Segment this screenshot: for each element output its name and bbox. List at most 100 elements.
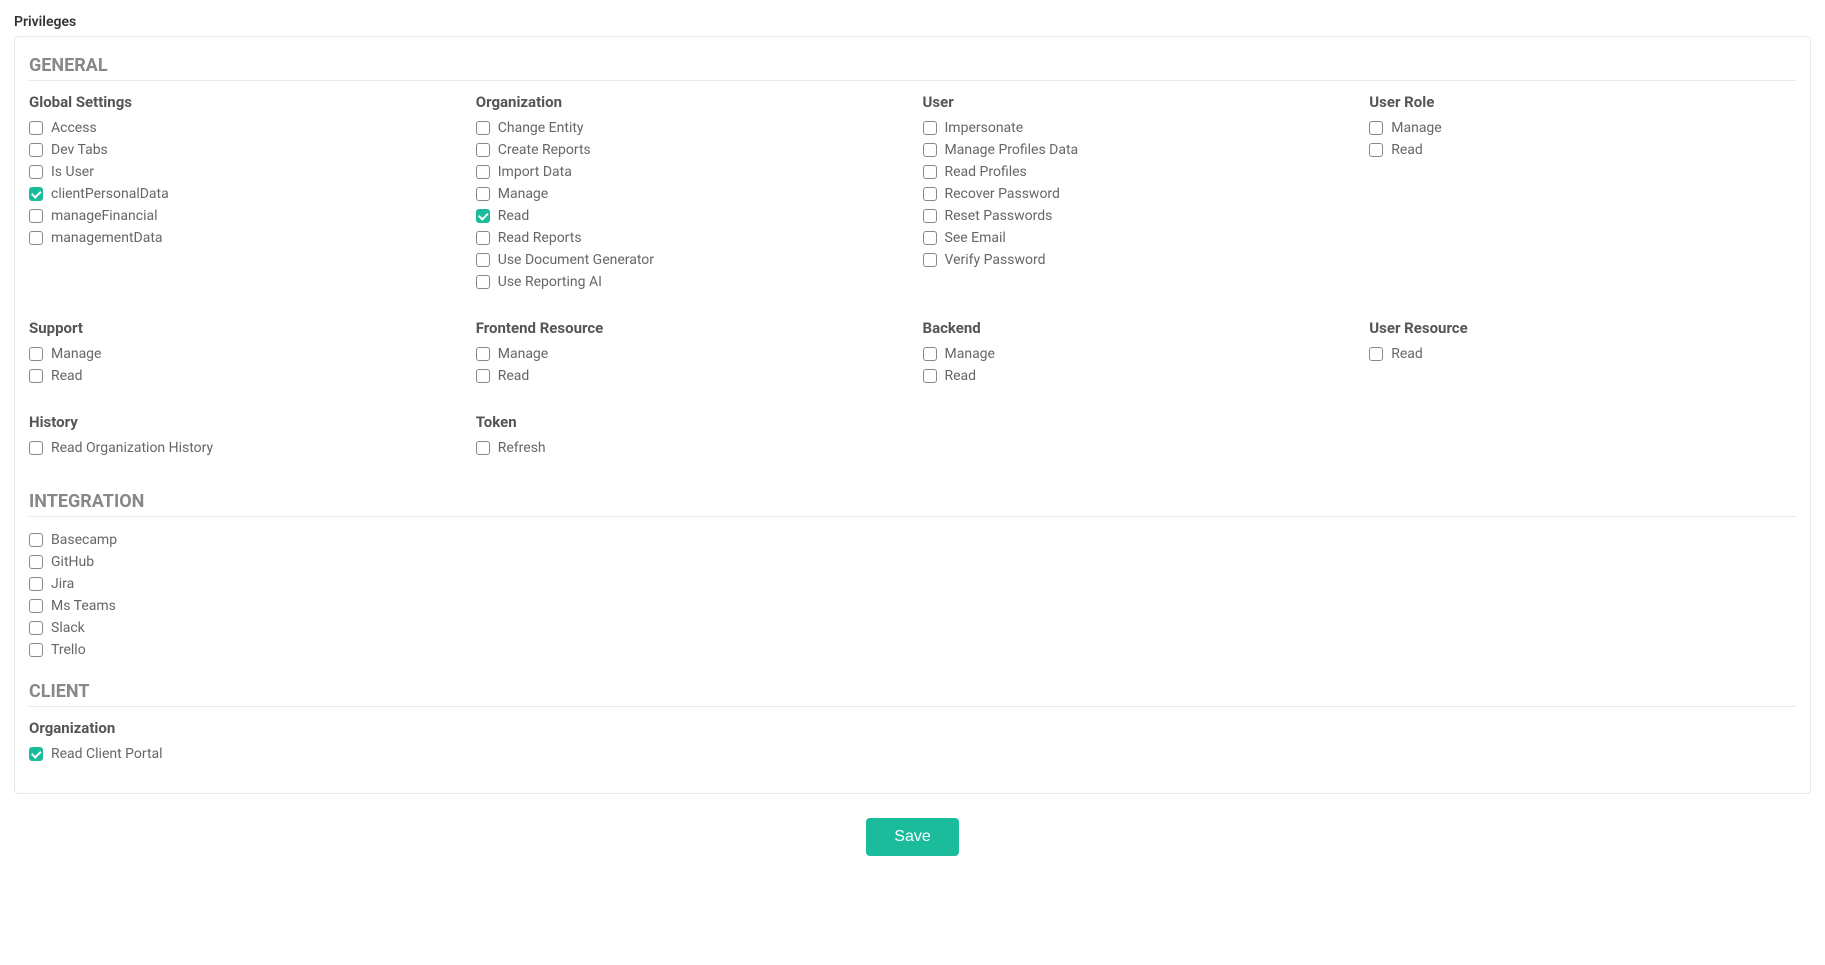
privilege-checkbox[interactable] — [29, 533, 43, 547]
privilege-checkbox[interactable] — [29, 643, 43, 657]
privilege-checkbox[interactable] — [923, 253, 937, 267]
privilege-label: Is User — [51, 164, 94, 180]
privilege-label: Manage — [945, 346, 995, 362]
privilege-label: Trello — [51, 642, 86, 658]
privilege-row: managementData — [29, 227, 456, 249]
privilege-checkbox[interactable] — [29, 621, 43, 635]
privilege-checkbox[interactable] — [29, 369, 43, 383]
privilege-checkbox[interactable] — [476, 441, 490, 455]
privilege-label: Slack — [51, 620, 85, 636]
privilege-row: Manage — [476, 343, 903, 365]
privilege-checkbox[interactable] — [29, 187, 43, 201]
group-backend: Backend ManageRead — [923, 319, 1350, 387]
privilege-row: Basecamp — [29, 529, 1796, 551]
privilege-label: Jira — [51, 576, 74, 592]
priv-list: Read — [1369, 343, 1796, 365]
privilege-row: Read — [1369, 139, 1796, 161]
privilege-row: Access — [29, 117, 456, 139]
privilege-label: Ms Teams — [51, 598, 116, 614]
priv-list: Read Client Portal — [29, 743, 1796, 765]
privilege-row: Change Entity — [476, 117, 903, 139]
privilege-row: Slack — [29, 617, 1796, 639]
general-row-1: Global Settings Access Dev Tabs Is User cli… — [29, 93, 1796, 307]
privilege-label: Read Organization History — [51, 440, 213, 456]
privilege-checkbox[interactable] — [476, 209, 490, 223]
privilege-checkbox[interactable] — [923, 209, 937, 223]
section-heading-integration: INTEGRATION — [29, 485, 1796, 517]
privilege-row: Manage Profiles Data — [923, 139, 1350, 161]
group-client-organization: Organization Read Client Portal — [29, 719, 1796, 765]
footer: Save — [0, 804, 1825, 876]
priv-list: ManageRead — [29, 343, 456, 387]
privilege-label: Use Document Generator — [498, 252, 654, 268]
privilege-checkbox[interactable] — [476, 231, 490, 245]
privilege-row: Manage — [1369, 117, 1796, 139]
privilege-checkbox[interactable] — [923, 165, 937, 179]
save-button[interactable]: Save — [866, 818, 958, 856]
privilege-label: Dev Tabs — [51, 142, 108, 158]
privilege-label: GitHub — [51, 554, 94, 570]
privilege-checkbox[interactable] — [923, 121, 937, 135]
privilege-checkbox[interactable] — [476, 347, 490, 361]
privilege-checkbox[interactable] — [923, 369, 937, 383]
privilege-checkbox[interactable] — [923, 231, 937, 245]
privilege-row: Manage — [29, 343, 456, 365]
privilege-checkbox[interactable] — [476, 121, 490, 135]
privilege-checkbox[interactable] — [1369, 347, 1383, 361]
privilege-checkbox[interactable] — [29, 347, 43, 361]
privilege-checkbox[interactable] — [29, 577, 43, 591]
group-title: Global Settings — [29, 93, 456, 111]
privilege-row: Read Organization History — [29, 437, 456, 459]
privilege-checkbox[interactable] — [476, 275, 490, 289]
privilege-row: Read — [1369, 343, 1796, 365]
privilege-checkbox[interactable] — [29, 231, 43, 245]
privilege-row: Dev Tabs — [29, 139, 456, 161]
privilege-label: Read — [498, 208, 530, 224]
privilege-checkbox[interactable] — [923, 143, 937, 157]
group-token: Token Refresh — [476, 413, 903, 459]
privilege-row: manageFinancial — [29, 205, 456, 227]
privilege-checkbox[interactable] — [29, 441, 43, 455]
privilege-checkbox[interactable] — [476, 187, 490, 201]
privilege-label: Change Entity — [498, 120, 584, 136]
priv-list: Read Organization History — [29, 437, 456, 459]
page-title: Privileges — [0, 0, 1825, 36]
privilege-checkbox[interactable] — [29, 555, 43, 569]
priv-list: ManageRead — [476, 343, 903, 387]
privilege-row: Use Reporting AI — [476, 271, 903, 293]
privilege-row: Import Data — [476, 161, 903, 183]
privilege-checkbox[interactable] — [923, 187, 937, 201]
privilege-checkbox[interactable] — [1369, 121, 1383, 135]
group-title: Support — [29, 319, 456, 337]
privilege-checkbox[interactable] — [476, 165, 490, 179]
privilege-checkbox[interactable] — [29, 121, 43, 135]
privilege-checkbox[interactable] — [476, 369, 490, 383]
privilege-checkbox[interactable] — [29, 143, 43, 157]
privilege-row: Manage — [923, 343, 1350, 365]
privilege-label: managementData — [51, 230, 163, 246]
group-frontend-resource: Frontend Resource ManageRead — [476, 319, 903, 387]
privilege-row: Use Document Generator — [476, 249, 903, 271]
privilege-checkbox[interactable] — [29, 165, 43, 179]
privilege-label: Create Reports — [498, 142, 591, 158]
privilege-row: Is User — [29, 161, 456, 183]
privilege-label: clientPersonalData — [51, 186, 169, 202]
privilege-checkbox[interactable] — [29, 747, 43, 761]
privilege-checkbox[interactable] — [476, 143, 490, 157]
group-history: History Read Organization History — [29, 413, 456, 459]
privilege-checkbox[interactable] — [476, 253, 490, 267]
privilege-label: Manage — [1391, 120, 1441, 136]
privilege-checkbox[interactable] — [923, 347, 937, 361]
privilege-checkbox[interactable] — [29, 599, 43, 613]
priv-list: ImpersonateManage Profiles Data Read Prof… — [923, 117, 1350, 271]
privilege-label: Basecamp — [51, 532, 117, 548]
general-row-3: History Read Organization History Token … — [29, 413, 1796, 473]
privilege-row: GitHub — [29, 551, 1796, 573]
privilege-label: Read Profiles — [945, 164, 1027, 180]
privilege-checkbox[interactable] — [1369, 143, 1383, 157]
group-title: Backend — [923, 319, 1350, 337]
privilege-row: Impersonate — [923, 117, 1350, 139]
privilege-checkbox[interactable] — [29, 209, 43, 223]
group-support: Support ManageRead — [29, 319, 456, 387]
privilege-label: Access — [51, 120, 97, 136]
